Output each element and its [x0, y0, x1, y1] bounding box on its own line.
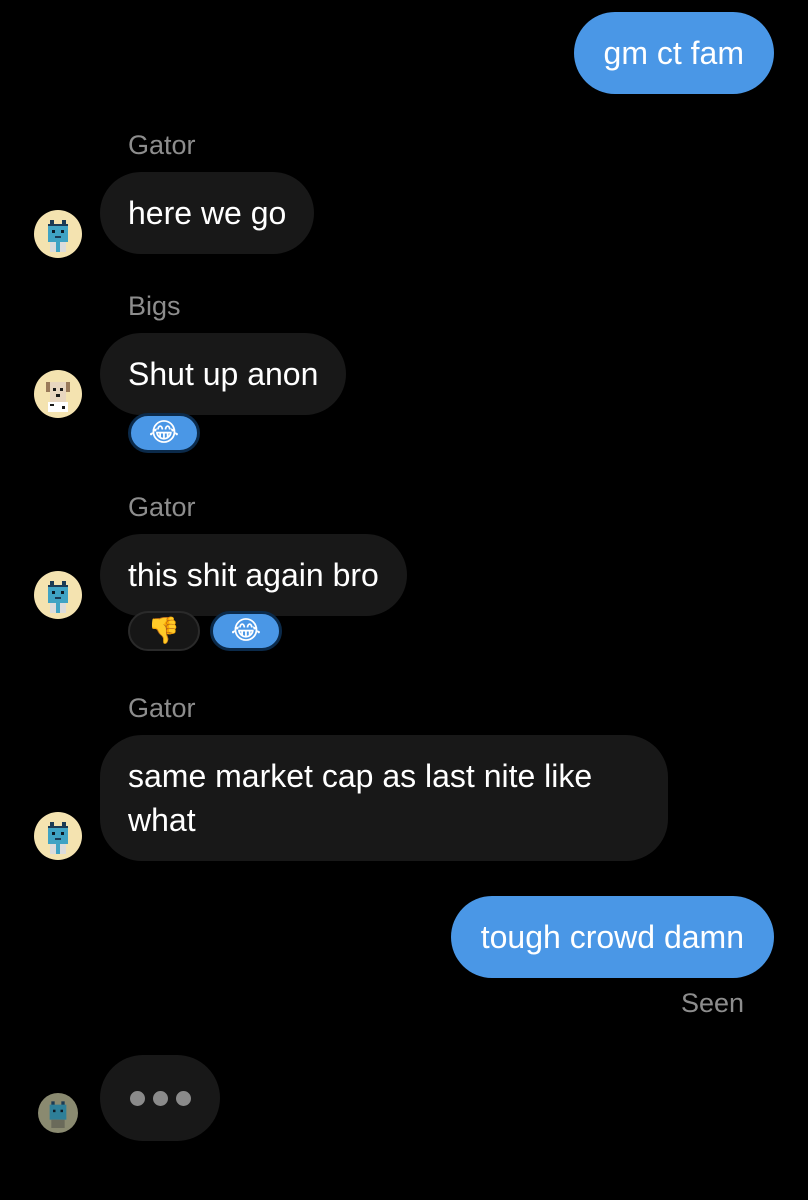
- typing-indicator-bubble: [100, 1055, 220, 1141]
- laughing-emoji-icon: 😂: [148, 418, 180, 448]
- thumbs-down-emoji-icon: 👎: [147, 616, 181, 646]
- reaction-laugh-icon[interactable]: 😂: [128, 413, 200, 453]
- reaction-thumbs-down-icon[interactable]: 👎: [128, 611, 200, 651]
- incoming-message-bubble[interactable]: this shit again bro: [100, 534, 407, 616]
- typing-dot: [129, 1090, 145, 1106]
- seen-status: Seen: [680, 988, 744, 1018]
- dm-conversation-screen: gm ct fam Gator here we go Bigs Shut up …: [0, 0, 808, 1200]
- incoming-message-bubble[interactable]: here we go: [100, 172, 315, 254]
- bigs-avatar-icon[interactable]: [34, 370, 82, 418]
- typing-dot: [175, 1090, 191, 1106]
- sender-name: Gator: [128, 693, 196, 723]
- typing-dot: [152, 1090, 168, 1106]
- outgoing-message-bubble[interactable]: gm ct fam: [573, 12, 774, 94]
- gator-avatar-icon[interactable]: [34, 812, 82, 860]
- reaction-laugh-icon[interactable]: 😂: [210, 611, 282, 651]
- sender-name: Gator: [128, 130, 196, 160]
- incoming-message-bubble[interactable]: Shut up anon: [100, 333, 347, 415]
- typing-user-avatar-icon[interactable]: [38, 1093, 78, 1133]
- incoming-message-bubble[interactable]: same market cap as last nite like what: [100, 735, 668, 861]
- outgoing-message-bubble[interactable]: tough crowd damn: [450, 896, 774, 978]
- gator-avatar-icon[interactable]: [34, 571, 82, 619]
- gator-avatar-icon[interactable]: [34, 210, 82, 258]
- laughing-emoji-icon: 😂: [230, 616, 262, 646]
- sender-name: Bigs: [128, 291, 181, 321]
- sender-name: Gator: [128, 492, 196, 522]
